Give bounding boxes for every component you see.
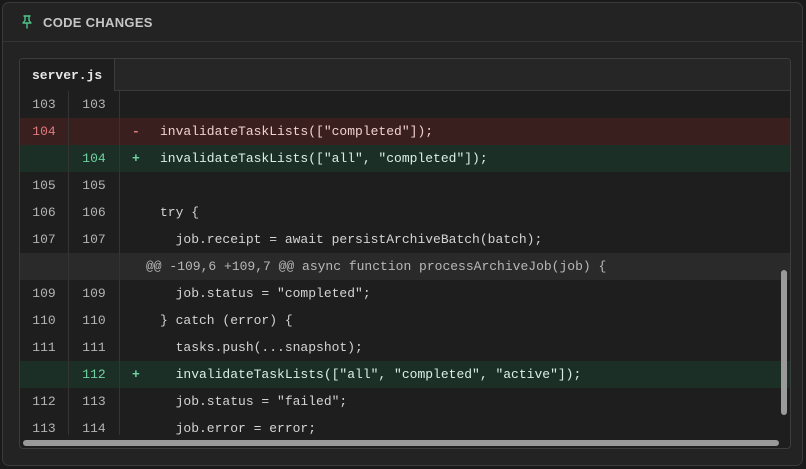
diff-row-context: 107 107 job.receipt = await persistArchiv… [20, 226, 790, 253]
code-line: } catch (error) { [160, 313, 293, 328]
new-line-number: 111 [69, 334, 120, 361]
code-line: job.status = "failed"; [160, 394, 348, 409]
code-changes-panel: CODE CHANGES server.js 103 103 104- invalid… [2, 2, 803, 466]
diff-marker: + [132, 367, 140, 382]
panel-header: CODE CHANGES [3, 3, 802, 42]
new-line-number: 113 [69, 388, 120, 415]
new-line-number: 107 [69, 226, 120, 253]
diff-row-context: 111 111 tasks.push(...snapshot); [20, 334, 790, 361]
editor-tabbar: server.js [20, 59, 790, 91]
old-line-number [20, 361, 69, 388]
code-line: job.error = error; [160, 421, 317, 435]
code-line: tasks.push(...snapshot); [160, 340, 363, 355]
new-line-number: 104 [69, 145, 120, 172]
pin-icon[interactable] [19, 14, 35, 30]
code-line: invalidateTaskLists(["all", "completed"]… [160, 151, 488, 166]
horizontal-scrollbar-thumb[interactable] [23, 440, 779, 446]
old-line-number: 109 [20, 280, 69, 307]
code-line: job.receipt = await persistArchiveBatch(… [160, 232, 543, 247]
diff-marker: - [132, 124, 140, 139]
old-line-number: 112 [20, 388, 69, 415]
old-line-number: 107 [20, 226, 69, 253]
diff-row-context: 106 106 try { [20, 199, 790, 226]
diff-row-context: 103 103 [20, 91, 790, 118]
diff-row-context: 110 110 } catch (error) { [20, 307, 790, 334]
old-line-number [20, 145, 69, 172]
diff-view: 103 103 104- invalidateTaskLists(["complete… [20, 91, 790, 435]
hunk-header-text: @@ -109,6 +109,7 @@ async function proce… [146, 259, 607, 274]
old-line-number: 106 [20, 199, 69, 226]
diff-marker: + [132, 151, 140, 166]
old-line-number [20, 253, 69, 280]
tab-server-js[interactable]: server.js [20, 59, 116, 91]
code-line: invalidateTaskLists(["completed"]); [160, 124, 434, 139]
diff-row-context: 109 109 job.status = "completed"; [20, 280, 790, 307]
diff-row-context: 112 113 job.status = "failed"; [20, 388, 790, 415]
old-line-number: 110 [20, 307, 69, 334]
diff-row-context: 113 114 job.error = error; [20, 415, 790, 435]
new-line-number: 106 [69, 199, 120, 226]
new-line-number: 114 [69, 415, 120, 435]
code-line: job.status = "completed"; [160, 286, 371, 301]
old-line-number: 103 [20, 91, 69, 118]
new-line-number [69, 118, 120, 145]
old-line-number: 113 [20, 415, 69, 435]
diff-row-added: 104 + invalidateTaskLists(["all", "complet… [20, 145, 790, 172]
new-line-number: 103 [69, 91, 120, 118]
vertical-scrollbar[interactable] [778, 91, 790, 435]
diff-row-removed: 104 - invalidateTaskLists(["completed"]); [20, 118, 790, 145]
vertical-scrollbar-thumb[interactable] [781, 270, 787, 415]
new-line-number: 105 [69, 172, 120, 199]
diff-editor: server.js 103 103 104- invalidateTaskLists(… [19, 58, 791, 449]
old-line-number: 111 [20, 334, 69, 361]
diff-row-context: 105 105 [20, 172, 790, 199]
code-line: invalidateTaskLists(["all", "completed",… [160, 367, 582, 382]
hunk-header-row: @@ -109,6 +109,7 @@ async function proce… [20, 253, 790, 280]
new-line-number: 112 [69, 361, 120, 388]
new-line-number: 109 [69, 280, 120, 307]
old-line-number: 105 [20, 172, 69, 199]
diff-row-added: 112 + invalidateTaskLists(["all", "comple… [20, 361, 790, 388]
new-line-number: 110 [69, 307, 120, 334]
new-line-number [69, 253, 120, 280]
panel-title: CODE CHANGES [43, 14, 153, 30]
code-line: try { [160, 205, 200, 220]
old-line-number: 104 [20, 118, 69, 145]
